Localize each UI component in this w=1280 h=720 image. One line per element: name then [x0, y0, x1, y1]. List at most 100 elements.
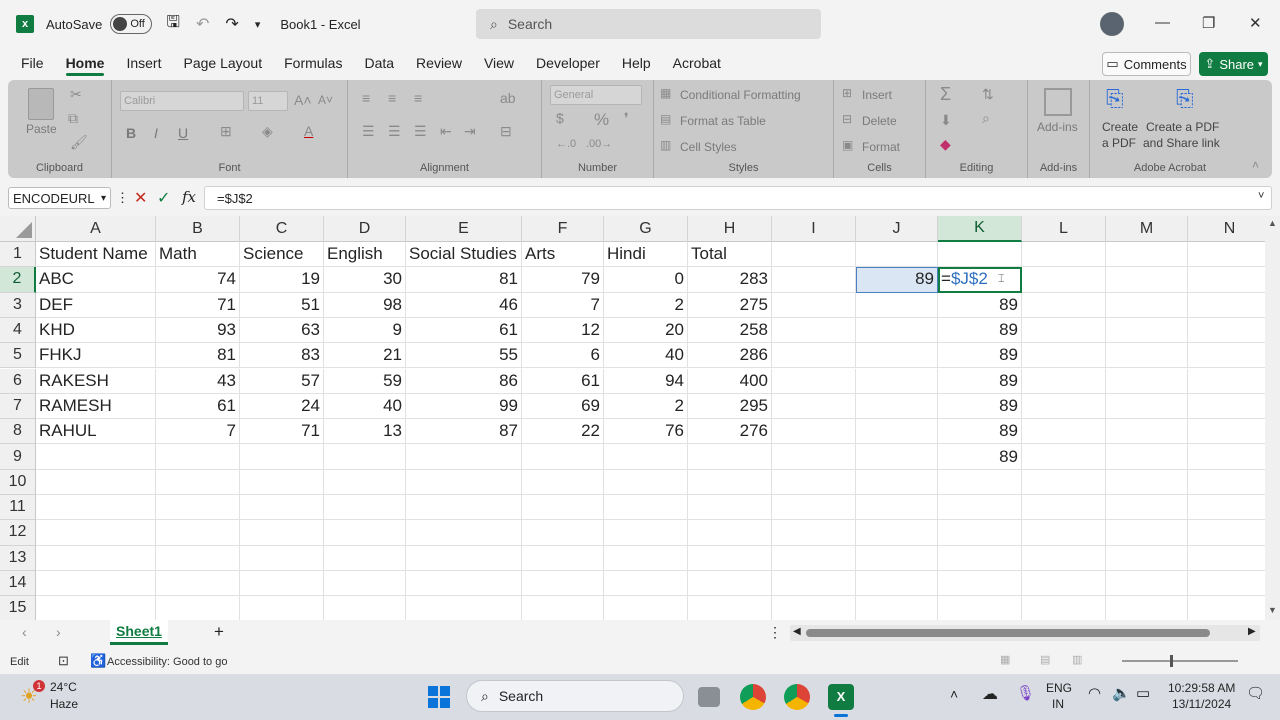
grid-cell[interactable]: [688, 469, 772, 495]
score-cell[interactable]: 87: [406, 419, 522, 445]
underline-button[interactable]: U: [178, 125, 188, 141]
close-icon[interactable]: ✕: [1249, 14, 1262, 32]
minimize-icon[interactable]: —: [1155, 14, 1170, 31]
row-header[interactable]: 2: [0, 267, 36, 293]
wifi-icon[interactable]: ◠: [1088, 684, 1101, 702]
autosave-toggle[interactable]: Off: [110, 14, 153, 34]
grid-cell[interactable]: [1022, 444, 1106, 470]
student-name-cell[interactable]: RAMESH: [36, 393, 156, 420]
grid-cell[interactable]: [1106, 292, 1188, 318]
scroll-thumb[interactable]: [806, 629, 1210, 637]
column-title-cell[interactable]: English: [324, 242, 406, 268]
grid-cell[interactable]: [1106, 469, 1188, 495]
row-header[interactable]: 11: [0, 495, 36, 521]
cut-icon[interactable]: ✂: [70, 86, 82, 103]
grid-cell[interactable]: [36, 444, 156, 470]
collapse-ribbon-icon[interactable]: ˄: [1252, 158, 1259, 172]
decrease-font-icon[interactable]: A˅: [318, 93, 333, 107]
grid-cell[interactable]: [1106, 444, 1188, 470]
grid-cell[interactable]: [406, 596, 522, 620]
grid-cell[interactable]: [1022, 596, 1106, 620]
grid-cell[interactable]: [604, 545, 688, 571]
grid-cell[interactable]: [938, 495, 1022, 521]
score-cell[interactable]: 59: [324, 368, 406, 394]
fill-color-icon[interactable]: ◈: [262, 123, 273, 140]
score-cell[interactable]: 71: [156, 292, 240, 318]
grid-cell[interactable]: [240, 570, 324, 597]
grid-cell[interactable]: [406, 495, 522, 521]
normal-view-icon[interactable]: ▦: [1000, 653, 1010, 666]
grid-cell[interactable]: [772, 317, 856, 344]
grid-cell[interactable]: [856, 520, 938, 546]
score-cell[interactable]: 40: [324, 393, 406, 420]
increase-font-icon[interactable]: A˄: [294, 92, 312, 108]
grid-cell[interactable]: [406, 444, 522, 470]
grid-cell[interactable]: [1106, 570, 1188, 597]
grid-cell[interactable]: [856, 444, 938, 470]
increase-decimal-icon[interactable]: ←.0: [556, 138, 576, 150]
grid-cell[interactable]: [772, 570, 856, 597]
zoom-slider[interactable]: [1122, 655, 1238, 667]
score-cell[interactable]: 6: [522, 343, 604, 369]
share-pdf-label-2[interactable]: and Share link: [1143, 136, 1220, 150]
row-header[interactable]: 14: [0, 570, 36, 597]
taskbar-search[interactable]: ⌕ Search: [466, 680, 684, 712]
column-title-cell[interactable]: Math: [156, 242, 240, 268]
grid-cell[interactable]: [156, 596, 240, 620]
grid-cell[interactable]: [938, 570, 1022, 597]
grid-cell[interactable]: [522, 570, 604, 597]
worksheet-grid[interactable]: ABCDEFGHIJKLMN 1 2 3 4 5 6 7 8 9 10 11 12 13 14 15 Stu…: [0, 216, 1265, 620]
grid-cell[interactable]: [1022, 317, 1106, 344]
grid-cell[interactable]: [856, 495, 938, 521]
indent-icon[interactable]: ⇤: [440, 123, 452, 140]
tab-data[interactable]: Data: [353, 48, 405, 78]
grid-cell[interactable]: [156, 495, 240, 521]
score-cell[interactable]: 46: [406, 292, 522, 318]
grid-cell[interactable]: [856, 545, 938, 571]
next-sheet-icon[interactable]: ›: [56, 624, 61, 640]
grid-cell[interactable]: [1188, 495, 1265, 521]
share-button[interactable]: ⇪ Share ▾: [1199, 52, 1268, 76]
column-title-cell[interactable]: Arts: [522, 242, 604, 268]
score-cell[interactable]: 51: [240, 292, 324, 318]
row-header[interactable]: 7: [0, 393, 36, 420]
tab-insert[interactable]: Insert: [115, 48, 172, 78]
row-header[interactable]: 1: [0, 242, 36, 268]
score-cell[interactable]: 258: [688, 317, 772, 344]
align-bottom-icon[interactable]: ≡: [414, 90, 422, 106]
page-layout-view-icon[interactable]: ▤: [1040, 653, 1050, 666]
grid-cell[interactable]: [36, 596, 156, 620]
grid-cell[interactable]: [856, 292, 938, 318]
score-cell[interactable]: 57: [240, 368, 324, 394]
grid-cell[interactable]: [522, 495, 604, 521]
score-cell[interactable]: 76: [604, 419, 688, 445]
row-header[interactable]: 15: [0, 596, 36, 620]
currency-icon[interactable]: $: [556, 110, 564, 126]
format-painter-icon[interactable]: 🖌: [70, 134, 88, 151]
number-format-select[interactable]: General: [550, 85, 642, 105]
comments-button[interactable]: ▭ Comments: [1102, 52, 1191, 76]
grid-cell[interactable]: [36, 469, 156, 495]
format-as-table-button[interactable]: Format as Table: [680, 114, 766, 128]
weather-desc[interactable]: Haze: [50, 697, 78, 711]
column-header[interactable]: H: [688, 216, 772, 242]
paste-icon[interactable]: [28, 88, 54, 120]
row-header[interactable]: 8: [0, 419, 36, 445]
find-select-icon[interactable]: ⌕: [982, 110, 990, 127]
grid-cell[interactable]: [1188, 318, 1265, 344]
grid-cell[interactable]: [36, 495, 156, 521]
grid-cell[interactable]: [938, 469, 1022, 495]
decrease-decimal-icon[interactable]: .00→: [586, 138, 612, 150]
outdent-icon[interactable]: ⇥: [464, 123, 476, 140]
show-hidden-icons-icon[interactable]: ˄: [950, 686, 958, 702]
microphone-icon[interactable]: 🎙: [1016, 684, 1035, 702]
row-header[interactable]: 10: [0, 469, 36, 495]
format-cells-button[interactable]: Format: [862, 140, 900, 154]
cell-j2[interactable]: 89: [856, 267, 938, 293]
score-cell[interactable]: 93: [156, 317, 240, 344]
row-header[interactable]: 3: [0, 292, 36, 318]
conditional-formatting-button[interactable]: Conditional Formatting: [680, 88, 801, 102]
grid-cell[interactable]: [1106, 393, 1188, 420]
grid-cell[interactable]: [1106, 545, 1188, 571]
active-cell-k2[interactable]: = $J$2 ⌶: [938, 267, 1022, 293]
